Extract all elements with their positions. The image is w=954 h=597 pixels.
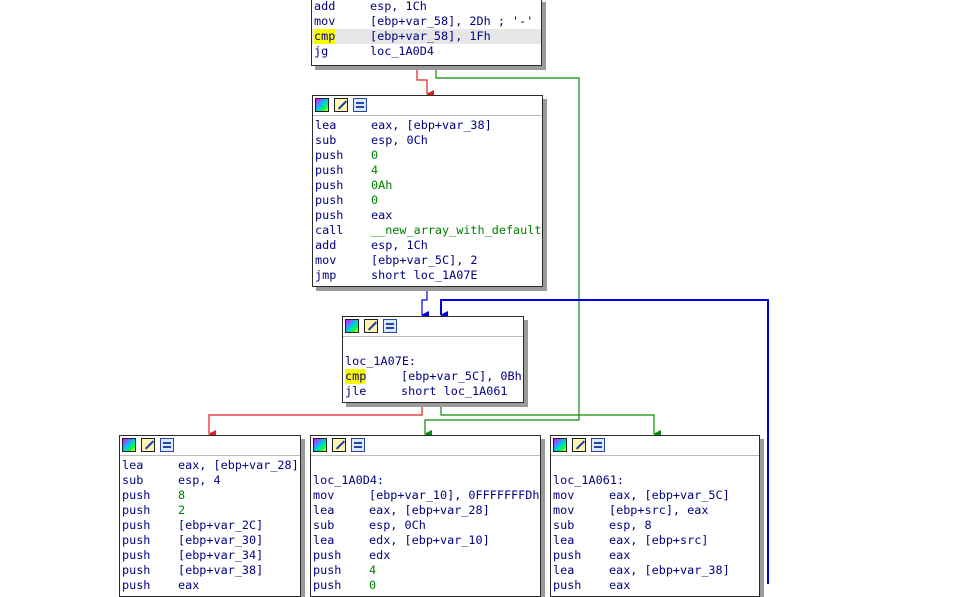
asm-line: push 8 — [122, 488, 186, 502]
graph-colors-icon[interactable] — [345, 319, 359, 333]
block-label[interactable]: loc_1A07E: — [343, 354, 523, 369]
group-nodes-icon[interactable] — [351, 438, 365, 452]
asm-line: mov [ebp+var_58], 2Dh ; '-' — [314, 14, 534, 28]
code-block-mid[interactable]: loc_1A0D4: mov [ebp+var_10], 0FFFFFFFDh l… — [310, 435, 541, 597]
asm-line: mov [ebp+var_10], 0FFFFFFFDh — [313, 488, 540, 502]
asm-line: pusheax ; src — [553, 548, 631, 562]
graph-colors-icon[interactable] — [553, 438, 567, 452]
group-nodes-icon[interactable] — [591, 438, 605, 452]
asm-line: sub esp, 8 — [553, 518, 652, 532]
asm-line: lea edx, [ebp+var_10] — [313, 533, 490, 547]
asm-line: cmp [ebp+var_5C], 0Bh — [345, 369, 522, 384]
asm-line: sub esp, 0Ch — [313, 518, 426, 532]
asm-line: push [ebp+var_30] — [122, 533, 264, 547]
block-label[interactable]: loc_1A0D4: — [311, 473, 540, 488]
group-nodes-icon[interactable] — [383, 319, 397, 333]
edge-true-loop-to-right — [440, 402, 661, 438]
asm-line: push 0 — [315, 148, 379, 162]
asm-line: push 4 — [313, 563, 377, 577]
asm-line: push 2 — [122, 503, 186, 517]
asm-line: lea eax, [ebp+var_38] — [315, 118, 492, 132]
asm-line: pusheax ; int — [553, 578, 631, 592]
graph-colors-icon[interactable] — [313, 438, 327, 452]
edit-node-icon[interactable] — [141, 438, 155, 452]
group-nodes-icon[interactable] — [160, 438, 174, 452]
asm-line: push eax — [122, 578, 200, 592]
asm-line: push edx — [313, 548, 391, 562]
edge-false-loop-to-left — [208, 402, 423, 438]
asm-line: lea eax, [ebp+var_28] — [122, 458, 299, 472]
asm-line: add esp, 1Ch — [315, 238, 428, 252]
block-label[interactable]: loc_1A061: — [551, 473, 759, 488]
edge-false-top-to-array — [416, 64, 434, 98]
code-block-left[interactable]: lea eax, [ebp+var_28] sub esp, 4 push 8 pus… — [119, 435, 301, 597]
code-block-loop-check[interactable]: loc_1A07E: cmp [ebp+var_5C], 0Bh jle short… — [342, 316, 524, 403]
edit-node-icon[interactable] — [572, 438, 586, 452]
asm-line: sub esp, 4 — [122, 473, 221, 487]
asm-line: mov [ebp+var_5C], 2 — [315, 253, 478, 267]
asm-line: lea eax, [ebp+src] — [553, 533, 709, 547]
asm-line: jmp short loc_1A07E — [315, 268, 478, 282]
asm-line: push 0Ah — [315, 178, 393, 192]
code-block-right[interactable]: loc_1A061: mov eax, [ebp+var_5C] mov [ebp+… — [550, 435, 760, 597]
graph-colors-icon[interactable] — [122, 438, 136, 452]
node-header — [343, 317, 523, 337]
asm-line: push [ebp+var_34] — [122, 548, 264, 562]
asm-line: mov eax, [ebp+var_5C] — [553, 488, 730, 502]
edge-jump-array-to-loop — [421, 286, 429, 319]
asm-line: push [ebp+var_38] — [122, 563, 264, 577]
asm-line: lea eax, [ebp+var_38] — [553, 563, 730, 577]
graph-colors-icon[interactable] — [315, 98, 329, 112]
edit-node-icon[interactable] — [332, 438, 346, 452]
asm-line: call __new_array_with_default — [315, 223, 542, 237]
code-block-top[interactable]: add esp, 1Ch mov [ebp+var_58], 2Dh ; '-' c… — [311, 0, 542, 66]
asm-line: lea eax, [ebp+var_28] — [313, 503, 490, 517]
asm-line: push [ebp+var_2C] — [122, 518, 264, 532]
group-nodes-icon[interactable] — [353, 98, 367, 112]
asm-line: push 0 — [313, 578, 377, 592]
node-header — [120, 436, 300, 456]
edit-node-icon[interactable] — [364, 319, 378, 333]
asm-line: mov [ebp+src], eax — [553, 503, 709, 517]
asm-line-highlighted: cmp [ebp+var_58], 1Fh — [312, 29, 541, 44]
asm-line: push 4 — [315, 163, 379, 177]
node-header — [551, 436, 759, 456]
node-header — [311, 436, 540, 456]
asm-line: add esp, 1Ch — [314, 0, 427, 13]
node-header — [313, 96, 542, 116]
code-block-array-init[interactable]: lea eax, [ebp+var_38] sub esp, 0Ch push 0 p… — [312, 95, 543, 287]
asm-line: sub esp, 0Ch — [315, 133, 428, 147]
asm-line: jle short loc_1A061 — [345, 384, 508, 398]
asm-line: jg loc_1A0D4 — [314, 44, 434, 58]
edit-node-icon[interactable] — [334, 98, 348, 112]
asm-line: push 0 — [315, 193, 379, 207]
asm-line: push eax — [315, 208, 393, 222]
